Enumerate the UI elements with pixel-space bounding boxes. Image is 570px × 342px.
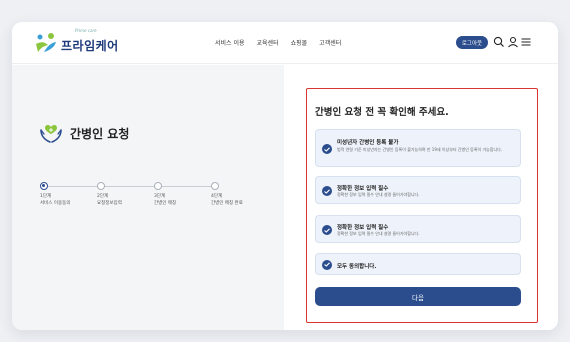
nav-item-shop[interactable]: 쇼핑몰 xyxy=(291,38,308,47)
check-icon xyxy=(322,186,332,196)
step-2-indicator xyxy=(97,182,105,190)
notice-card-info-2[interactable]: 정확한 정보 입력 필수 정확한 정보 입력 필수 안내 설명 들어가야합니다. xyxy=(315,215,521,243)
card-description: 법적 연령 기준 미성년자는 간병인 등록이 불가능하며 만 19세 이상부터 … xyxy=(337,147,503,152)
check-icon xyxy=(322,144,332,154)
step-4-label: 간병인 매칭 완료 xyxy=(211,201,243,206)
agree-all-card[interactable]: 모두 동의합니다. xyxy=(315,253,521,275)
notice-card-info-1[interactable]: 정확한 정보 입력 필수 정확한 정보 입력 필수 안내 설명 들어가야합니다. xyxy=(315,176,521,204)
main-nav: 서비스 이용 교육센터 쇼핑몰 고객센터 xyxy=(215,38,341,47)
user-icon[interactable] xyxy=(507,36,519,48)
logo-text: 프라임케어 xyxy=(61,39,119,53)
agree-all-label: 모두 동의합니다. xyxy=(337,263,377,270)
caregiver-hands-heart-icon xyxy=(40,125,62,143)
logo-mark-icon xyxy=(36,33,56,52)
logo[interactable]: Prime care 프라임케어 xyxy=(34,28,119,54)
step-4-indicator xyxy=(211,182,219,190)
nav-item-education[interactable]: 교육센터 xyxy=(257,38,279,47)
notice-box: 간병인 요청 전 꼭 확인해 주세요. 미성년자 간병인 등록 불가 법적 연령… xyxy=(306,88,538,323)
step-1-label: 서비스 이용동의 xyxy=(40,201,71,206)
step-progress: 1단계 서비스 이용동의 2단계 요청정보입력 3단계 간병인 매칭 4단계 간… xyxy=(40,182,250,212)
next-button[interactable]: 다음 xyxy=(315,287,521,306)
logout-button[interactable]: 로그아웃 xyxy=(456,36,488,49)
app-window: Prime care 프라임케어 서비스 이용 교육센터 쇼핑몰 고객센터 로그… xyxy=(12,22,558,330)
card-title: 미성년자 간병인 등록 불가 xyxy=(337,140,399,146)
step-4-number: 4단계 xyxy=(211,194,223,199)
step-2-label: 요청정보입력 xyxy=(97,201,122,206)
step-1: 1단계 서비스 이용동의 xyxy=(40,182,100,206)
nav-item-service[interactable]: 서비스 이용 xyxy=(215,38,245,47)
page-title: 간병인 요청 xyxy=(70,126,130,141)
notice-card-minor[interactable]: 미성년자 간병인 등록 불가 법적 연령 기준 미성년자는 간병인 등록이 불가… xyxy=(315,129,521,167)
check-icon xyxy=(322,225,332,235)
nav-item-support[interactable]: 고객센터 xyxy=(319,38,341,47)
top-header: Prime care 프라임케어 서비스 이용 교육센터 쇼핑몰 고객센터 로그… xyxy=(12,22,558,64)
check-icon xyxy=(322,259,332,270)
menu-icon[interactable] xyxy=(520,36,532,48)
step-1-number: 1단계 xyxy=(40,194,52,199)
step-3: 3단계 간병인 매칭 xyxy=(154,182,214,206)
right-panel: 간병인 요청 전 꼭 확인해 주세요. 미성년자 간병인 등록 불가 법적 연령… xyxy=(284,65,558,330)
card-title: 정확한 정보 입력 필수 xyxy=(337,225,389,231)
step-4: 4단계 간병인 매칭 완료 xyxy=(211,182,271,206)
step-1-indicator xyxy=(40,182,48,190)
search-icon[interactable] xyxy=(493,36,505,48)
notice-title: 간병인 요청 전 꼭 확인해 주세요. xyxy=(315,107,449,118)
step-3-label: 간병인 매칭 xyxy=(154,201,177,206)
card-title: 정확한 정보 입력 필수 xyxy=(337,186,389,192)
step-3-number: 3단계 xyxy=(154,194,166,199)
logo-tagline: Prime care xyxy=(75,28,97,33)
step-3-indicator xyxy=(154,182,162,190)
card-description: 정확한 정보 입력 필수 안내 설명 들어가야합니다. xyxy=(337,192,420,197)
step-2-number: 2단계 xyxy=(97,194,109,199)
page-heading: 간병인 요청 xyxy=(38,120,129,146)
step-2: 2단계 요청정보입력 xyxy=(97,182,157,206)
card-description: 정확한 정보 입력 필수 안내 설명 들어가야합니다. xyxy=(337,231,420,236)
